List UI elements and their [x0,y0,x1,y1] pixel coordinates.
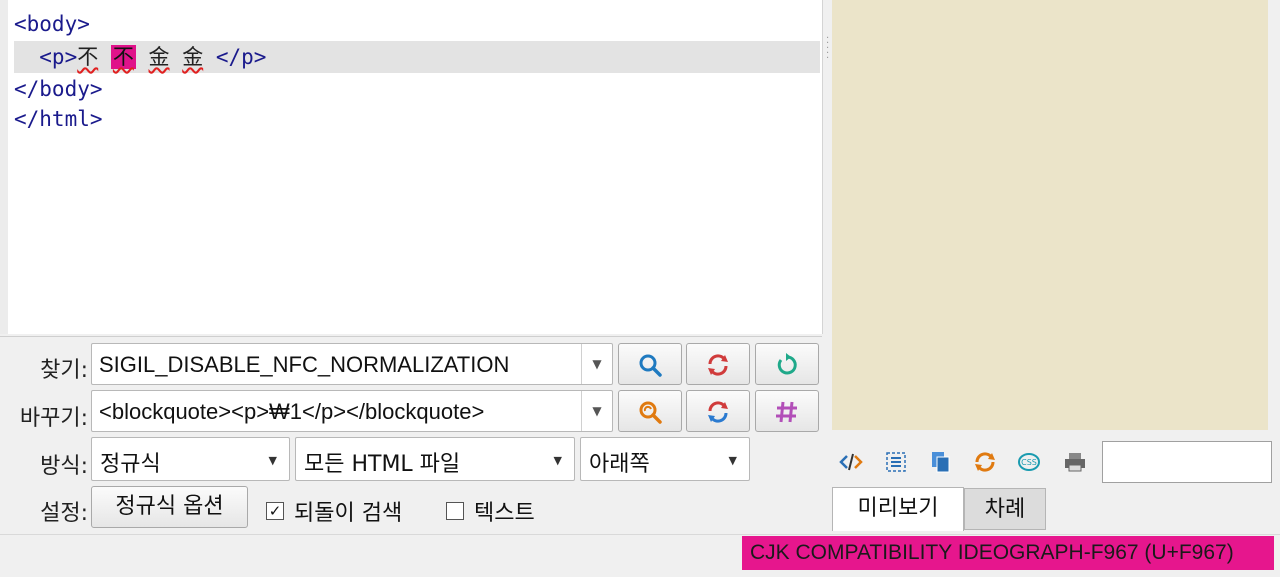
tab-toc[interactable]: 차례 [964,488,1046,530]
print-icon[interactable] [1062,450,1088,474]
mode-select[interactable]: 정규식 ▼ [91,437,290,481]
replace-all-button[interactable] [686,390,750,432]
find-button[interactable] [618,343,682,385]
replace-all-icon [708,401,728,423]
code-editor[interactable]: <body> <p>不 不 金 金 </p> </body> </html> [0,0,823,334]
replace-label: 바꾸기: [19,406,88,431]
chevron-down-icon: ▼ [553,454,562,467]
mode-label: 방식: [40,454,88,479]
cjk-char: 金 [148,45,170,69]
copy-icon[interactable] [927,450,953,474]
direction-select[interactable]: 아래쪽 ▼ [580,437,750,481]
css-icon[interactable]: CSS [1016,450,1042,474]
scope-value: 모든 HTML 파일 [304,452,461,477]
direction-value: 아래쪽 [589,452,650,477]
refresh-icon [777,353,797,375]
checkbox-unchecked-icon[interactable] [446,502,464,520]
preview-input[interactable] [1102,441,1272,483]
text-checkbox[interactable]: 텍스트 [446,495,535,527]
code-p-open: <p> [14,45,78,69]
replace-button[interactable] [686,343,750,385]
code-line-body-open: <body> [14,12,90,36]
wrap-checkbox[interactable]: ✓ 되돌이 검색 [266,495,402,527]
cjk-char: 金 [182,45,204,69]
regex-options-button[interactable]: 정규식 옵션 [91,486,248,528]
status-char-info: CJK COMPATIBILITY IDEOGRAPH-F967 (U+F967… [742,536,1274,570]
search-icon [639,354,662,377]
splitter-handle[interactable]: · · · · · [826,34,830,66]
find-replace-icon [639,401,662,424]
chevron-down-icon: ▼ [728,454,737,467]
chevron-down-icon[interactable]: ▼ [581,391,612,431]
reload-icon[interactable] [972,450,998,474]
replace-icon [708,354,728,376]
chevron-down-icon[interactable]: ▼ [581,344,612,384]
find-replace-button[interactable] [618,390,682,432]
count-button[interactable] [755,390,819,432]
refresh-button[interactable] [755,343,819,385]
svg-text:CSS: CSS [1021,458,1037,467]
find-input[interactable]: SIGIL_DISABLE_NFC_NORMALIZATION ▼ [91,343,613,385]
code-line-current[interactable]: <p>不 不 金 金 </p> [14,41,820,73]
replace-value: <blockquote><p>₩1</p></blockquote> [99,399,485,424]
code-line-body-close: </body> [14,77,103,101]
preview-pane[interactable] [832,0,1268,430]
find-label: 찾기: [40,358,88,383]
checkbox-checked-icon[interactable]: ✓ [266,502,284,520]
settings-label: 설정: [40,501,88,526]
tab-preview[interactable]: 미리보기 [832,487,964,531]
count-icon [776,401,797,423]
mode-value: 정규식 [100,452,161,477]
editor-gutter [0,0,8,334]
select-icon[interactable] [883,450,909,474]
text-label: 텍스트 [474,501,535,526]
wrap-label: 되돌이 검색 [294,501,403,526]
scope-select[interactable]: 모든 HTML 파일 ▼ [295,437,575,481]
chevron-down-icon: ▼ [268,454,277,467]
code-p-close: </p> [215,45,267,69]
cjk-char-selected[interactable]: 不 [110,45,136,69]
find-value: SIGIL_DISABLE_NFC_NORMALIZATION [99,352,510,377]
cjk-char: 不 [77,45,99,69]
replace-input[interactable]: <blockquote><p>₩1</p></blockquote> ▼ [91,390,613,432]
code-line-html-close: </html> [14,107,103,131]
code-icon[interactable] [838,450,864,474]
